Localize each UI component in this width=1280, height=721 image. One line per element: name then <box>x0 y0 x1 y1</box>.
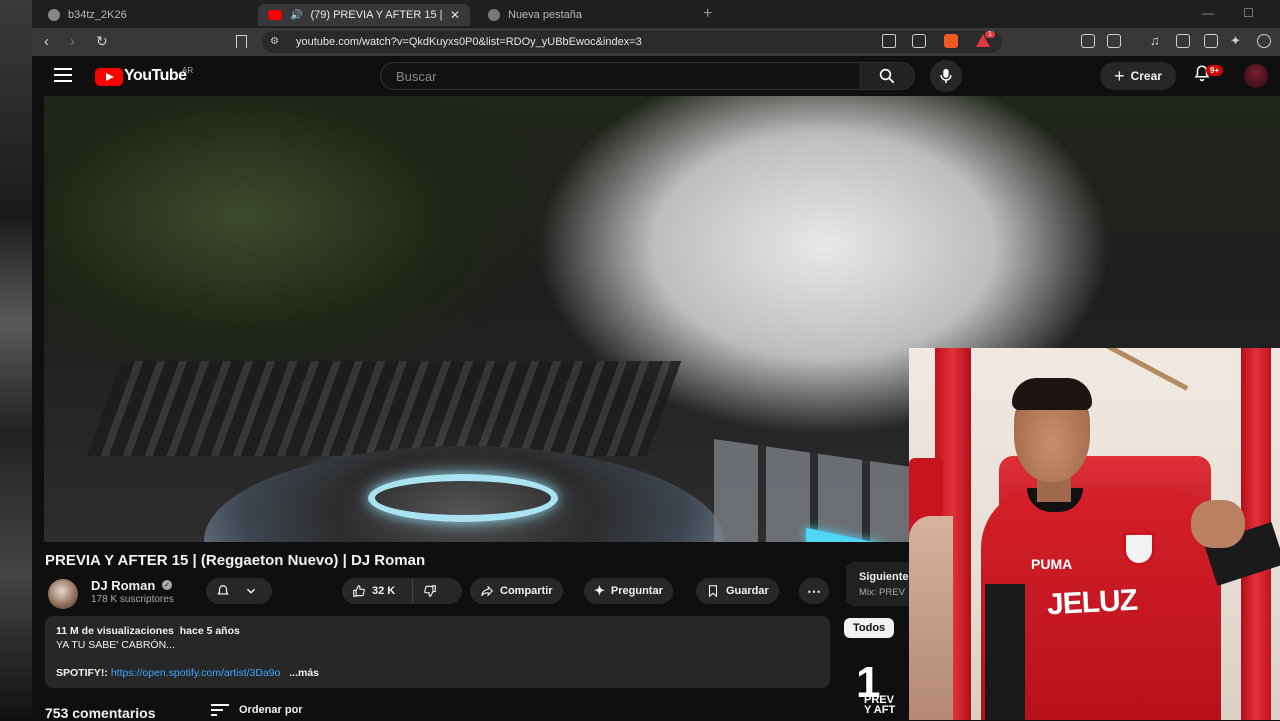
description-text: YA TU SABE' CABRÓN... <box>56 639 175 651</box>
speaker-icon[interactable]: 🔊 <box>290 10 302 21</box>
extensions-icon[interactable] <box>1081 34 1095 48</box>
new-tab-icon[interactable]: + <box>703 5 712 23</box>
share-label: Compartir <box>500 585 553 597</box>
recommended-thumbnail[interactable]: 1 PREV Y AFT <box>844 655 910 720</box>
spotify-label: SPOTIFY!: <box>56 667 108 679</box>
search-button[interactable] <box>859 62 915 90</box>
share-button[interactable]: Compartir <box>470 578 563 604</box>
search-icon <box>879 68 894 84</box>
sparkle-icon: ✦ <box>594 583 605 598</box>
tab-new[interactable]: Nueva pestaña <box>478 4 693 26</box>
thumbnail-caption: PREV Y AFT <box>864 695 896 716</box>
share-icon <box>481 585 493 597</box>
ask-button[interactable]: ✦ Preguntar <box>584 578 673 604</box>
bookmark-save-icon <box>708 585 718 598</box>
voice-search-button[interactable] <box>930 60 962 92</box>
more-dots-icon: ⋯ <box>807 582 821 599</box>
back-icon[interactable]: ‹ <box>44 33 49 50</box>
youtube-favicon <box>268 10 282 20</box>
description-box[interactable]: 11 M de visualizaciones hace 5 años YA T… <box>45 616 830 688</box>
tab-favicon <box>48 9 60 21</box>
upload-age: hace 5 años <box>179 625 240 637</box>
mixer-knobs <box>86 361 682 456</box>
sort-icon <box>211 704 229 716</box>
show-more-link[interactable]: ...más <box>289 667 319 679</box>
bookmark-icon[interactable] <box>236 35 247 48</box>
microphone-icon <box>940 68 952 84</box>
account-avatar[interactable] <box>1244 64 1268 88</box>
chip-all[interactable]: Todos <box>844 618 895 638</box>
vpn-icon[interactable] <box>1257 34 1271 48</box>
reload-icon[interactable]: ↻ <box>96 33 108 50</box>
wallet-icon[interactable] <box>1204 34 1218 48</box>
save-label: Guardar <box>726 585 769 597</box>
subscriber-count: 178 K suscriptores <box>91 594 174 605</box>
like-count: 32 K <box>372 585 396 597</box>
share-page-icon[interactable] <box>912 34 926 48</box>
sidebar-icon[interactable] <box>1176 34 1190 48</box>
next-in-mix-card[interactable]: Siguiente Mix: PREV <box>846 562 916 606</box>
jersey-brand: PUMA <box>1031 556 1073 572</box>
club-crest <box>1123 532 1155 566</box>
create-button[interactable]: + Crear <box>1100 62 1176 90</box>
create-label: Crear <box>1130 69 1162 83</box>
plus-icon: + <box>1114 66 1125 86</box>
forward-icon[interactable]: › <box>70 33 75 50</box>
rewards-badge: 1 <box>985 31 995 38</box>
tab-label: (79) PREVIA Y AFTER 15 | (Reg <box>310 9 442 21</box>
leo-ai-icon[interactable]: ✦ <box>1230 33 1241 49</box>
jog-wheel-ring <box>368 474 558 522</box>
chevron-down-icon <box>247 588 255 594</box>
thumbs-up-icon <box>353 585 365 597</box>
black-sleeve <box>985 584 1025 720</box>
jersey-sponsor: JELUZ <box>1046 583 1138 622</box>
url-text: youtube.com/watch?v=QkdKuyxs0P0&list=RDO… <box>296 36 642 48</box>
thumbs-up-hand <box>1191 500 1245 548</box>
desktop-background <box>0 0 32 720</box>
like-button[interactable]: 32 K <box>342 578 412 604</box>
cast-icon[interactable] <box>882 34 896 48</box>
view-count: 11 M de visualizaciones <box>56 625 174 637</box>
minimize-icon[interactable]: — <box>1202 6 1214 20</box>
search-input[interactable]: Buscar <box>380 62 860 90</box>
ask-label: Preguntar <box>610 585 663 597</box>
webcam-overlay: PUMA JELUZ <box>909 348 1280 720</box>
tab-youtube-active[interactable]: 🔊 (79) PREVIA Y AFTER 15 | (Reg ✕ <box>258 4 470 26</box>
tab-b34tz[interactable]: b34tz_2K26 <box>38 4 256 26</box>
youtube-logo-icon[interactable] <box>95 68 123 86</box>
save-button[interactable]: Guardar <box>696 578 779 604</box>
more-actions-button[interactable]: ⋯ <box>799 578 829 604</box>
search-placeholder: Buscar <box>396 68 437 84</box>
channel-name[interactable]: DJ Roman <box>91 578 155 593</box>
thumbs-down-icon <box>424 585 436 597</box>
site-info-icon[interactable]: ⚙ <box>270 36 279 47</box>
music-icon[interactable]: ♫ <box>1150 33 1160 48</box>
menu-icon[interactable] <box>54 68 72 82</box>
close-tab-icon[interactable]: ✕ <box>450 8 460 22</box>
maximize-icon[interactable]: ☐ <box>1243 6 1254 20</box>
country-code: AR <box>182 66 194 75</box>
next-subtitle: Mix: PREV <box>859 587 905 598</box>
sort-label: Ordenar por <box>239 704 303 716</box>
screenshot-icon[interactable] <box>1107 34 1121 48</box>
sort-comments-button[interactable]: Ordenar por <box>211 704 303 716</box>
youtube-wordmark[interactable]: YouTube <box>124 67 187 85</box>
channel-avatar[interactable] <box>48 579 78 609</box>
hair <box>1012 378 1092 410</box>
video-title: PREVIA Y AFTER 15 | (Reggaeton Nuevo) | … <box>45 552 426 569</box>
dislike-button[interactable] <box>412 578 462 604</box>
brave-shields-icon[interactable] <box>944 34 958 48</box>
bell-icon <box>217 585 229 595</box>
second-person <box>909 516 953 720</box>
verified-check-icon: ✓ <box>162 580 172 590</box>
tab-label: b34tz_2K26 <box>68 9 127 21</box>
thumbnail-text-2: Y AFT <box>864 704 896 716</box>
notifications-badge: 9+ <box>1206 65 1224 76</box>
comments-count: 753 comentarios <box>45 705 156 721</box>
next-heading: Siguiente <box>859 571 909 583</box>
spotify-link[interactable]: https://open.spotify.com/artist/3Da9o <box>111 667 281 679</box>
subscribed-bell-button[interactable] <box>206 578 272 604</box>
brave-favicon <box>488 9 500 21</box>
tab-label: Nueva pestaña <box>508 9 582 21</box>
